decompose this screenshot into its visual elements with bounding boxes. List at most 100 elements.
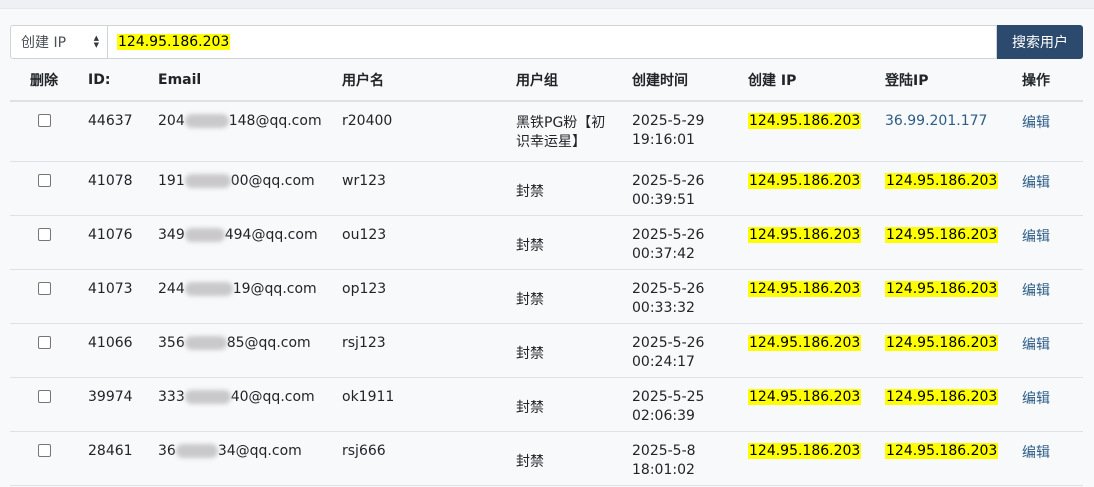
delete-checkbox[interactable] bbox=[38, 444, 51, 457]
delete-cell bbox=[10, 377, 80, 432]
action-cell: 编辑 bbox=[1014, 215, 1083, 270]
created-date: 2025-5-8 bbox=[632, 443, 696, 459]
username-cell: wr123 bbox=[334, 161, 508, 216]
created-date: 2025-5-26 bbox=[632, 281, 705, 297]
search-query-text: 124.95.186.203 bbox=[117, 34, 231, 50]
id-cell: 41066 bbox=[80, 323, 150, 378]
delete-checkbox[interactable] bbox=[38, 228, 51, 241]
action-cell: 编辑 bbox=[1014, 269, 1083, 324]
created-time-cell: 2025-5-26 00:37:42 bbox=[624, 215, 740, 270]
edit-link[interactable]: 编辑 bbox=[1022, 175, 1050, 191]
created-time: 18:01:02 bbox=[632, 462, 695, 478]
header-create-ip: 创建 IP bbox=[740, 60, 877, 102]
table-header-row: 删除 ID: Email 用户名 用户组 创建时间 创建 IP 登陆IP 操作 bbox=[10, 60, 1083, 102]
table-row: 41076 349 494@qq.com ou123 封禁 2025-5-26 00… bbox=[10, 215, 1083, 270]
email-redaction bbox=[184, 174, 231, 188]
login-ip: 124.95.186.203 bbox=[885, 173, 999, 189]
created-time: 02:06:39 bbox=[632, 408, 695, 424]
username-cell: rsj666 bbox=[334, 431, 508, 486]
login-ip: 124.95.186.203 bbox=[885, 281, 999, 297]
username-cell: op123 bbox=[334, 269, 508, 324]
email-suffix: 85@qq.com bbox=[226, 335, 311, 351]
email-cell: 244 19@qq.com bbox=[150, 269, 334, 324]
top-bar bbox=[0, 0, 1094, 9]
group-cell: 封禁 bbox=[508, 431, 624, 486]
created-time-cell: 2025-5-26 00:33:32 bbox=[624, 269, 740, 324]
table-row: 39974 333 40@qq.com ok1911 封禁 2025-5-25 02… bbox=[10, 377, 1083, 432]
table-row: 44637 204 148@qq.com r20400 黑铁PG粉【初识幸运星】 … bbox=[10, 101, 1083, 162]
group-cell: 封禁 bbox=[508, 215, 624, 270]
create-ip: 124.95.186.203 bbox=[748, 443, 862, 459]
delete-checkbox[interactable] bbox=[38, 282, 51, 295]
create-ip-cell: 124.95.186.203 bbox=[740, 323, 877, 378]
created-time-cell: 2025-5-29 19:16:01 bbox=[624, 101, 740, 162]
edit-link[interactable]: 编辑 bbox=[1022, 445, 1050, 461]
group-cell: 封禁 bbox=[508, 377, 624, 432]
table-row: 41066 356 85@qq.com rsj123 封禁 2025-5-26 00… bbox=[10, 323, 1083, 378]
group-label: 封禁 bbox=[516, 238, 544, 254]
created-time: 00:37:42 bbox=[632, 246, 695, 262]
group-label: 封禁 bbox=[516, 454, 544, 470]
username-cell: r20400 bbox=[334, 101, 508, 162]
email-prefix: 333 bbox=[158, 389, 185, 405]
header-email: Email bbox=[150, 60, 334, 102]
created-date: 2025-5-29 bbox=[632, 113, 705, 129]
create-ip: 124.95.186.203 bbox=[748, 113, 862, 129]
email-suffix: 148@qq.com bbox=[228, 113, 322, 129]
created-time-cell: 2025-5-26 00:24:17 bbox=[624, 323, 740, 378]
id-cell: 28461 bbox=[80, 431, 150, 486]
created-time: 19:16:01 bbox=[632, 132, 695, 148]
delete-checkbox[interactable] bbox=[38, 390, 51, 403]
login-ip-cell: 124.95.186.203 bbox=[877, 323, 1014, 378]
group-cell: 封禁 bbox=[508, 161, 624, 216]
login-ip: 124.95.186.203 bbox=[885, 389, 999, 405]
created-time: 00:24:17 bbox=[632, 354, 695, 370]
edit-link[interactable]: 编辑 bbox=[1022, 283, 1050, 299]
email-suffix: 19@qq.com bbox=[232, 281, 317, 297]
action-cell: 编辑 bbox=[1014, 161, 1083, 216]
created-date: 2025-5-26 bbox=[632, 227, 705, 243]
created-date: 2025-5-26 bbox=[632, 173, 705, 189]
id-cell: 39974 bbox=[80, 377, 150, 432]
email-redaction bbox=[184, 228, 225, 242]
edit-link[interactable]: 编辑 bbox=[1022, 337, 1050, 353]
login-ip[interactable]: 36.99.201.177 bbox=[885, 113, 987, 129]
group-cell: 封禁 bbox=[508, 323, 624, 378]
email-prefix: 349 bbox=[158, 227, 185, 243]
edit-link[interactable]: 编辑 bbox=[1022, 391, 1050, 407]
id-cell: 41076 bbox=[80, 215, 150, 270]
email-cell: 333 40@qq.com bbox=[150, 377, 334, 432]
email-cell: 356 85@qq.com bbox=[150, 323, 334, 378]
delete-checkbox[interactable] bbox=[38, 114, 51, 127]
delete-checkbox[interactable] bbox=[38, 336, 51, 349]
create-ip-cell: 124.95.186.203 bbox=[740, 101, 877, 162]
delete-checkbox[interactable] bbox=[38, 174, 51, 187]
created-time: 00:33:32 bbox=[632, 300, 695, 316]
created-time: 00:39:51 bbox=[632, 192, 695, 208]
email-cell: 204 148@qq.com bbox=[150, 101, 334, 162]
group-label: 封禁 bbox=[516, 184, 544, 200]
create-ip: 124.95.186.203 bbox=[748, 281, 862, 297]
id-cell: 41073 bbox=[80, 269, 150, 324]
create-ip-cell: 124.95.186.203 bbox=[740, 269, 877, 324]
search-field-select[interactable]: 创建 IP ▲ ▼ bbox=[10, 25, 108, 59]
header-delete: 删除 bbox=[10, 60, 80, 102]
created-time-cell: 2025-5-25 02:06:39 bbox=[624, 377, 740, 432]
login-ip-cell: 124.95.186.203 bbox=[877, 161, 1014, 216]
create-ip-cell: 124.95.186.203 bbox=[740, 431, 877, 486]
edit-link[interactable]: 编辑 bbox=[1022, 229, 1050, 245]
search-users-button[interactable]: 搜索用户 bbox=[997, 25, 1083, 59]
action-cell: 编辑 bbox=[1014, 101, 1083, 162]
email-suffix: 40@qq.com bbox=[230, 389, 315, 405]
created-date: 2025-5-26 bbox=[632, 335, 705, 351]
search-input[interactable]: 124.95.186.203 bbox=[108, 25, 997, 59]
edit-link[interactable]: 编辑 bbox=[1022, 115, 1050, 131]
login-ip: 124.95.186.203 bbox=[885, 227, 999, 243]
login-ip-cell: 124.95.186.203 bbox=[877, 377, 1014, 432]
table-row: 41078 191 00@qq.com wr123 封禁 2025-5-26 00:… bbox=[10, 161, 1083, 216]
email-cell: 36 34@qq.com bbox=[150, 431, 334, 486]
login-ip-cell: 124.95.186.203 bbox=[877, 215, 1014, 270]
email-cell: 191 00@qq.com bbox=[150, 161, 334, 216]
group-label: 封禁 bbox=[516, 292, 544, 308]
email-prefix: 36 bbox=[158, 443, 176, 459]
